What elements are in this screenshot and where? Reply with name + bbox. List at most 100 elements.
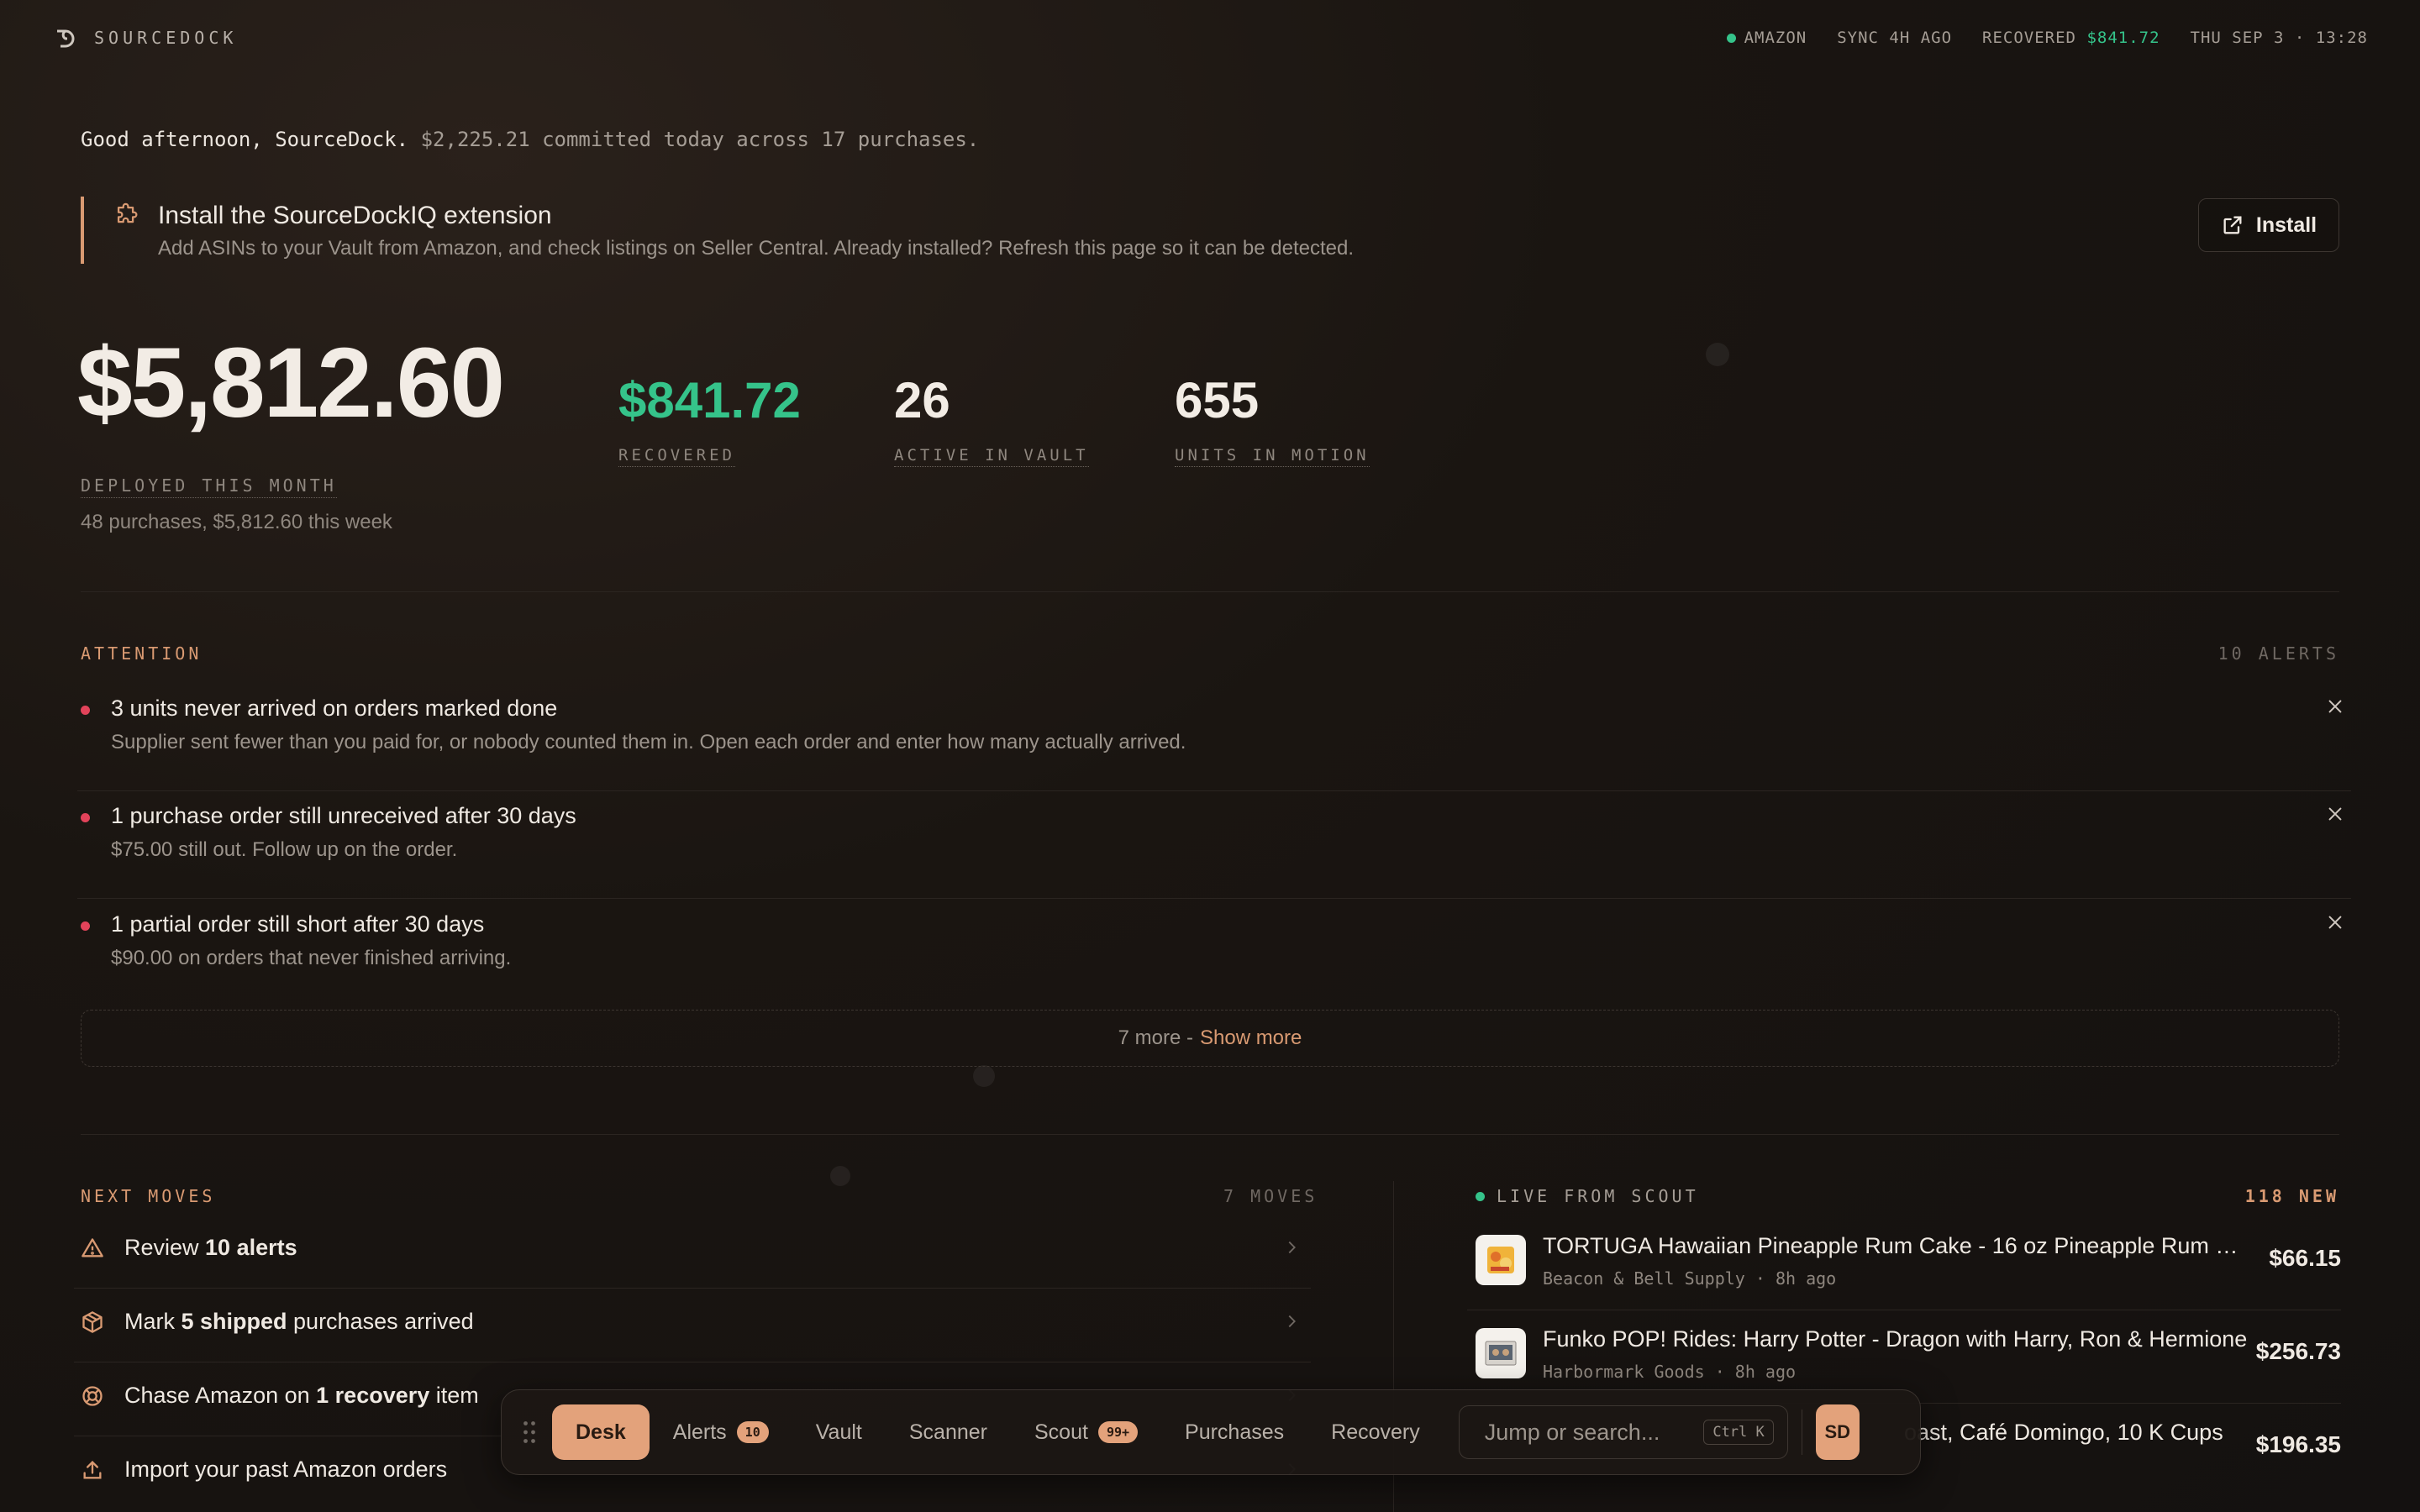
banner-title: Install the SourceDockIQ extension (158, 202, 552, 229)
move-text: Import your past Amazon orders (124, 1457, 447, 1483)
banner-description: Add ASINs to your Vault from Amazon, and… (158, 237, 1354, 260)
deployed-subtext: 48 purchases, $5,812.60 this week (81, 511, 392, 533)
sync-status: SYNC 4H AGO (1837, 29, 1953, 47)
nav-scanner[interactable]: Scanner (886, 1404, 1011, 1460)
nav-desk[interactable]: Desk (552, 1404, 650, 1460)
alert-description: $90.00 on orders that never finished arr… (111, 947, 512, 969)
close-icon[interactable] (2326, 805, 2344, 823)
marketplace-status: AMAZON (1726, 29, 1807, 47)
navigation-dock: Desk Alerts 10 Vault Scanner Scout 99+ Pur… (501, 1389, 1921, 1475)
recovered-status-label: RECOVERED (1982, 29, 2076, 47)
rum-cake-image-icon (1487, 1247, 1514, 1273)
nav-recovery[interactable]: Recovery (1307, 1404, 1444, 1460)
install-button-label: Install (2255, 213, 2317, 237)
nav-scout-label: Scout (1034, 1420, 1088, 1444)
show-more-button[interactable]: 7 more - Show more (81, 1010, 2339, 1067)
nav-purchases[interactable]: Purchases (1161, 1404, 1307, 1460)
active-vault-label: ACTIVE IN VAULT (894, 446, 1089, 467)
move-text: Mark 5 shipped purchases arrived (124, 1309, 474, 1335)
install-button[interactable]: Install (2198, 198, 2339, 252)
show-more-count: 7 more - (1118, 1026, 1193, 1049)
scout-item-meta: Harbormark Goods · 8h ago (1543, 1362, 1797, 1382)
nav-purchases-label: Purchases (1185, 1420, 1285, 1444)
alert-title: 1 partial order still short after 30 day… (111, 911, 485, 937)
deployed-amount: $5,812.60 (77, 328, 505, 438)
scout-item-price: $66.15 (2269, 1245, 2341, 1271)
puzzle-icon (117, 202, 138, 223)
scout-item-title: oast, Café Domingo, 10 K Cups (1904, 1420, 2223, 1445)
move-text-bold: 10 alerts (205, 1235, 297, 1260)
top-bar: SOURCEDOCK AMAZON SYNC 4H AGO RECOVERED … (52, 24, 2368, 52)
attention-heading: ATTENTION (81, 643, 203, 664)
scout-item[interactable]: TORTUGA Hawaiian Pineapple Rum Cake - 16… (1467, 1218, 2341, 1310)
chevron-right-icon (1288, 1315, 1296, 1328)
move-text-pre: Mark (124, 1309, 182, 1334)
scout-item-title: TORTUGA Hawaiian Pineapple Rum Cake - 16… (1543, 1233, 2249, 1258)
move-text: Review 10 alerts (124, 1235, 297, 1261)
sourcedock-logo-icon (57, 29, 75, 48)
chevron-right-icon (1288, 1241, 1296, 1254)
attention-count: 10 ALERTS (2217, 643, 2339, 664)
scout-item-price: $256.73 (2255, 1338, 2341, 1364)
avatar[interactable]: SD (1815, 1404, 1860, 1460)
nav-recovery-label: Recovery (1331, 1420, 1420, 1444)
next-moves-heading: NEXT MOVES (81, 1186, 216, 1206)
alert-title: 1 purchase order still unreceived after … (111, 803, 576, 828)
move-text-pre: Import your past Amazon orders (124, 1457, 448, 1482)
close-icon[interactable] (2326, 913, 2344, 932)
move-text-bold: 5 shipped (181, 1309, 287, 1334)
background-decoration (830, 1166, 850, 1186)
alert-title: 3 units never arrived on orders marked d… (111, 696, 558, 721)
recovered-stat-value: $841.72 (618, 372, 801, 428)
drag-handle-icon[interactable] (522, 1420, 537, 1445)
lifebuoy-icon (82, 1386, 103, 1406)
alert-item[interactable]: 1 purchase order still unreceived after … (77, 791, 2351, 899)
warning-icon (82, 1238, 103, 1257)
active-vault-stat: 26 ACTIVE IN VAULT (894, 371, 1089, 467)
nav-alerts[interactable]: Alerts 10 (650, 1404, 792, 1460)
status-strip: AMAZON SYNC 4H AGO RECOVERED $841.72 THU… (1726, 29, 2368, 47)
brand[interactable]: SOURCEDOCK (52, 24, 237, 51)
active-vault-value: 26 (894, 372, 950, 428)
move-item[interactable]: Mark 5 shipped purchases arrived (74, 1289, 1311, 1362)
move-text: Chase Amazon on 1 recovery item (124, 1383, 479, 1409)
marketplace-label: AMAZON (1744, 29, 1807, 47)
search-input[interactable]: Jump or search... Ctrl K (1458, 1405, 1788, 1459)
search-placeholder: Jump or search... (1484, 1419, 1660, 1445)
deployed-label: DEPLOYED THIS MONTH (81, 475, 337, 498)
show-more-link[interactable]: Show more (1200, 1026, 1302, 1050)
recovered-status-value: $841.72 (2086, 29, 2160, 47)
recovered-stat: $841.72 RECOVERED (618, 371, 801, 467)
scout-count: 118 NEW (2244, 1186, 2339, 1206)
nav-scanner-label: Scanner (908, 1420, 987, 1444)
scout-item-meta: Beacon & Bell Supply · 8h ago (1543, 1268, 1837, 1289)
greeting-summary: $2,225.21 committed today across 17 purc… (420, 128, 980, 151)
brand-name: SOURCEDOCK (94, 28, 238, 48)
external-link-icon (2223, 216, 2242, 234)
alert-description: Supplier sent fewer than you paid for, o… (111, 731, 1186, 753)
background-decoration (1706, 343, 1729, 366)
alert-dot-icon (81, 813, 90, 822)
date-time: THU SEP 3 · 13:28 (2190, 29, 2368, 47)
connected-dot-icon (1726, 33, 1736, 43)
move-text-post: item (429, 1383, 479, 1408)
nav-scout[interactable]: Scout 99+ (1011, 1404, 1161, 1460)
funko-box-image-icon (1485, 1341, 1517, 1366)
close-icon[interactable] (2326, 697, 2344, 716)
move-text-bold: 1 recovery (316, 1383, 430, 1408)
alert-item[interactable]: 3 units never arrived on orders marked d… (77, 684, 2351, 791)
product-thumbnail (1476, 1235, 1526, 1285)
move-item[interactable]: Review 10 alerts (74, 1215, 1311, 1289)
scout-heading: LIVE FROM SCOUT (1476, 1186, 1699, 1206)
nav-vault[interactable]: Vault (792, 1404, 886, 1460)
alert-dot-icon (81, 921, 90, 931)
alert-description: $75.00 still out. Follow up on the order… (111, 838, 458, 861)
alert-item[interactable]: 1 partial order still short after 30 day… (81, 900, 2344, 1007)
next-moves-count: 7 MOVES (1223, 1186, 1318, 1206)
section-divider (81, 1134, 2339, 1135)
extension-banner: Install the SourceDockIQ extension Add A… (81, 197, 2339, 264)
greeting-hello: Good afternoon, SourceDock. (81, 128, 409, 151)
nav-desk-label: Desk (576, 1420, 626, 1444)
keyboard-shortcut-hint: Ctrl K (1703, 1420, 1774, 1445)
move-text-pre: Review (124, 1235, 206, 1260)
